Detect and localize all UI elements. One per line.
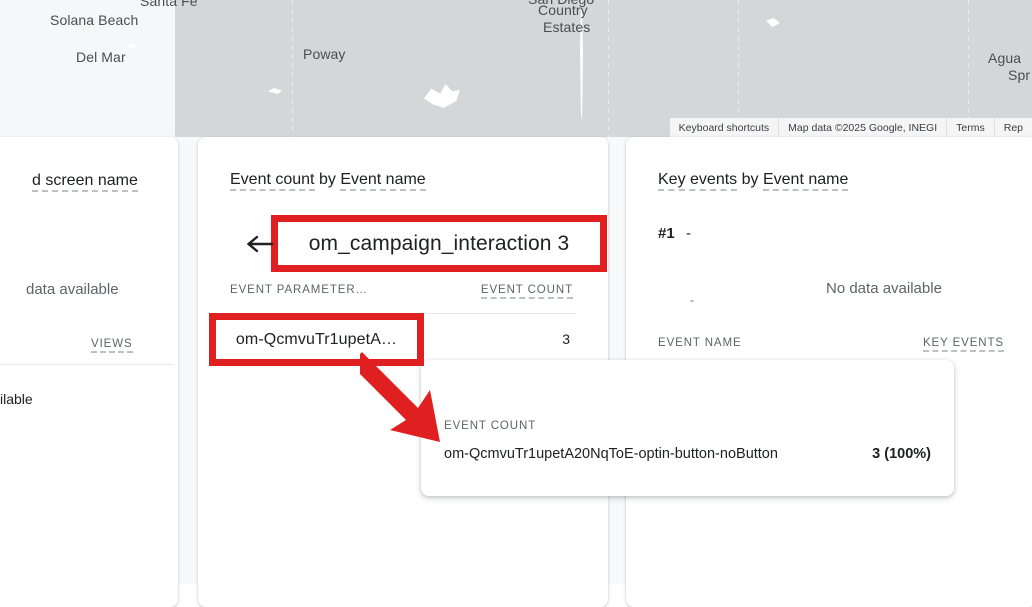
map-lake [766, 18, 780, 27]
left-card-divider [0, 364, 174, 365]
red-arrow-icon [360, 352, 440, 442]
middle-card-row-count: 3 [562, 331, 570, 347]
right-card-metric-link[interactable]: Key events [658, 171, 738, 191]
highlight-box-event-parameter-text: om-QcmvuTr1upetA… [235, 330, 398, 348]
map-lake [424, 84, 460, 108]
left-card-no-data: data available [26, 281, 119, 298]
map-label-santa-fe: Santa Fe [140, 0, 198, 9]
middle-card-dimension-link[interactable]: Event name [340, 171, 426, 191]
map-attribution-bar: Keyboard shortcuts Map data ©2025 Google… [669, 118, 1032, 137]
highlight-box-selected-event: om_campaign_interaction 3 [271, 215, 607, 272]
map-road-line [738, 0, 739, 137]
map-label-solana-beach: Solana Beach [50, 12, 139, 28]
middle-card-column-event-parameter[interactable]: EVENT PARAMETER… [230, 284, 368, 296]
map-road-line [608, 0, 609, 137]
map-label-estates: Estates [543, 19, 591, 35]
left-card-title: d screen name [32, 172, 138, 192]
right-card-title-by: by [741, 171, 759, 188]
keyboard-shortcuts-link[interactable]: Keyboard shortcuts [669, 118, 779, 137]
terms-link[interactable]: Terms [946, 118, 994, 137]
right-card-no-data: No data available [826, 280, 942, 297]
map-river [580, 0, 583, 120]
right-card-secondary-value: - [690, 293, 694, 307]
right-card-column-event-name[interactable]: EVENT NAME [658, 337, 742, 349]
map-data-credit: Map data ©2025 Google, INEGI [778, 118, 947, 137]
report-link[interactable]: Rep [993, 118, 1032, 137]
map-label-spr: Spr [1008, 67, 1031, 83]
middle-card-column-event-count[interactable]: EVENT COUNT [480, 284, 573, 299]
back-arrow-icon[interactable] [244, 232, 274, 256]
map-label-country: Country [538, 2, 588, 18]
right-card-column-key-events[interactable]: KEY EVENTS [922, 337, 1004, 352]
middle-card-metric-link[interactable]: Event count [230, 171, 315, 191]
left-card-row-value: ilable [0, 391, 33, 407]
right-card-dimension-link[interactable]: Event name [762, 171, 849, 191]
map-label-poway: Poway [303, 46, 346, 62]
map-label-del-mar: Del Mar [76, 49, 126, 65]
event-count-tooltip: EVENT COUNT om-QcmvuTr1upetA20NqToE-opti… [421, 360, 954, 496]
map-lake [268, 88, 282, 94]
views-by-screen-name-card[interactable]: d screen name data available VIEWS ilabl… [0, 137, 178, 607]
map-label-agua: Agua [988, 50, 1022, 66]
map-panel[interactable]: Santa Fe Solana Beach Del Mar Poway San … [0, 0, 1032, 137]
middle-card-title-by: by [318, 171, 336, 188]
right-card-rank-label: #1 [658, 225, 675, 242]
highlight-box-selected-event-text: om_campaign_interaction 3 [308, 231, 570, 255]
map-road-line [292, 0, 293, 137]
map-road-line [968, 0, 969, 137]
left-card-column-views: VIEWS [91, 338, 133, 353]
tooltip-event-name: om-QcmvuTr1upetA20NqToE-optin-button-noB… [444, 446, 778, 462]
right-card-rank-value: - [686, 225, 691, 242]
tooltip-value: 3 (100%) [872, 446, 931, 462]
